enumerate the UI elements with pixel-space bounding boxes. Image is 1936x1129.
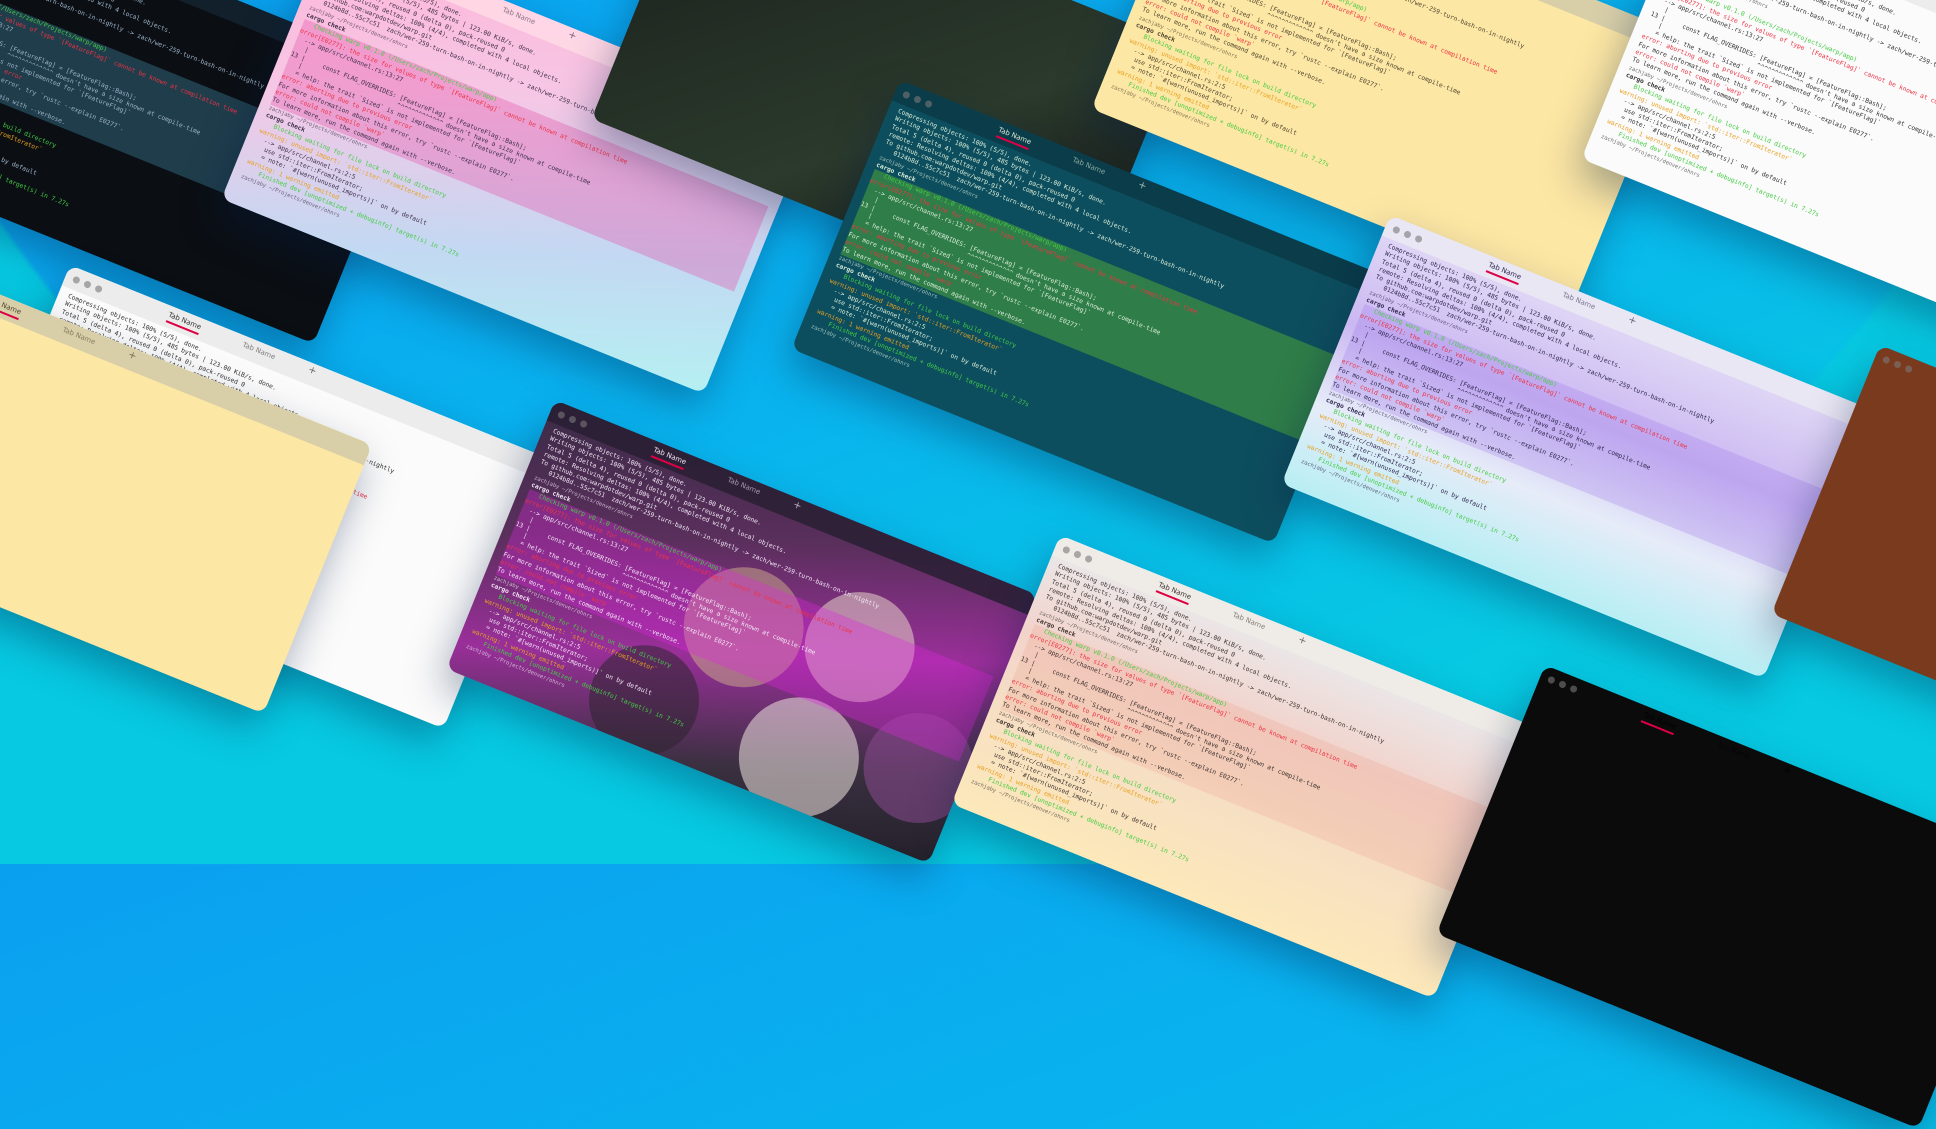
minimize-dot-icon[interactable] <box>1558 679 1568 689</box>
close-dot-icon[interactable] <box>901 89 912 100</box>
new-tab-button[interactable]: + <box>306 364 318 377</box>
new-tab-button[interactable]: + <box>1926 0 1936 3</box>
new-tab-button[interactable]: + <box>126 349 138 362</box>
new-tab-button[interactable]: + <box>1626 314 1638 327</box>
close-dot-icon[interactable] <box>556 409 567 420</box>
maximize-dot-icon[interactable] <box>1904 363 1914 374</box>
minimize-dot-icon[interactable] <box>83 279 93 289</box>
new-tab-button[interactable]: + <box>791 499 803 512</box>
close-dot-icon[interactable] <box>1391 224 1402 235</box>
minimize-dot-icon[interactable] <box>1403 229 1413 239</box>
new-tab-button[interactable]: + <box>1781 764 1793 777</box>
maximize-dot-icon[interactable] <box>924 98 934 109</box>
close-dot-icon[interactable] <box>1061 544 1072 555</box>
close-dot-icon[interactable] <box>71 274 82 285</box>
close-dot-icon[interactable] <box>1881 354 1892 365</box>
minimize-dot-icon[interactable] <box>568 414 578 424</box>
minimize-dot-icon[interactable] <box>913 94 923 104</box>
close-dot-icon[interactable] <box>1546 674 1557 685</box>
terminal-output[interactable] <box>1869 365 1936 567</box>
maximize-dot-icon[interactable] <box>579 418 589 429</box>
maximize-dot-icon[interactable] <box>1569 683 1579 694</box>
maximize-dot-icon[interactable] <box>1084 553 1094 564</box>
minimize-dot-icon[interactable] <box>1893 359 1903 369</box>
new-tab-button[interactable]: + <box>1136 179 1148 192</box>
maximize-dot-icon[interactable] <box>94 283 104 294</box>
new-tab-button[interactable]: + <box>566 29 578 42</box>
minimize-dot-icon[interactable] <box>1073 549 1083 559</box>
maximize-dot-icon[interactable] <box>1414 233 1424 244</box>
new-tab-button[interactable]: + <box>1296 634 1308 647</box>
